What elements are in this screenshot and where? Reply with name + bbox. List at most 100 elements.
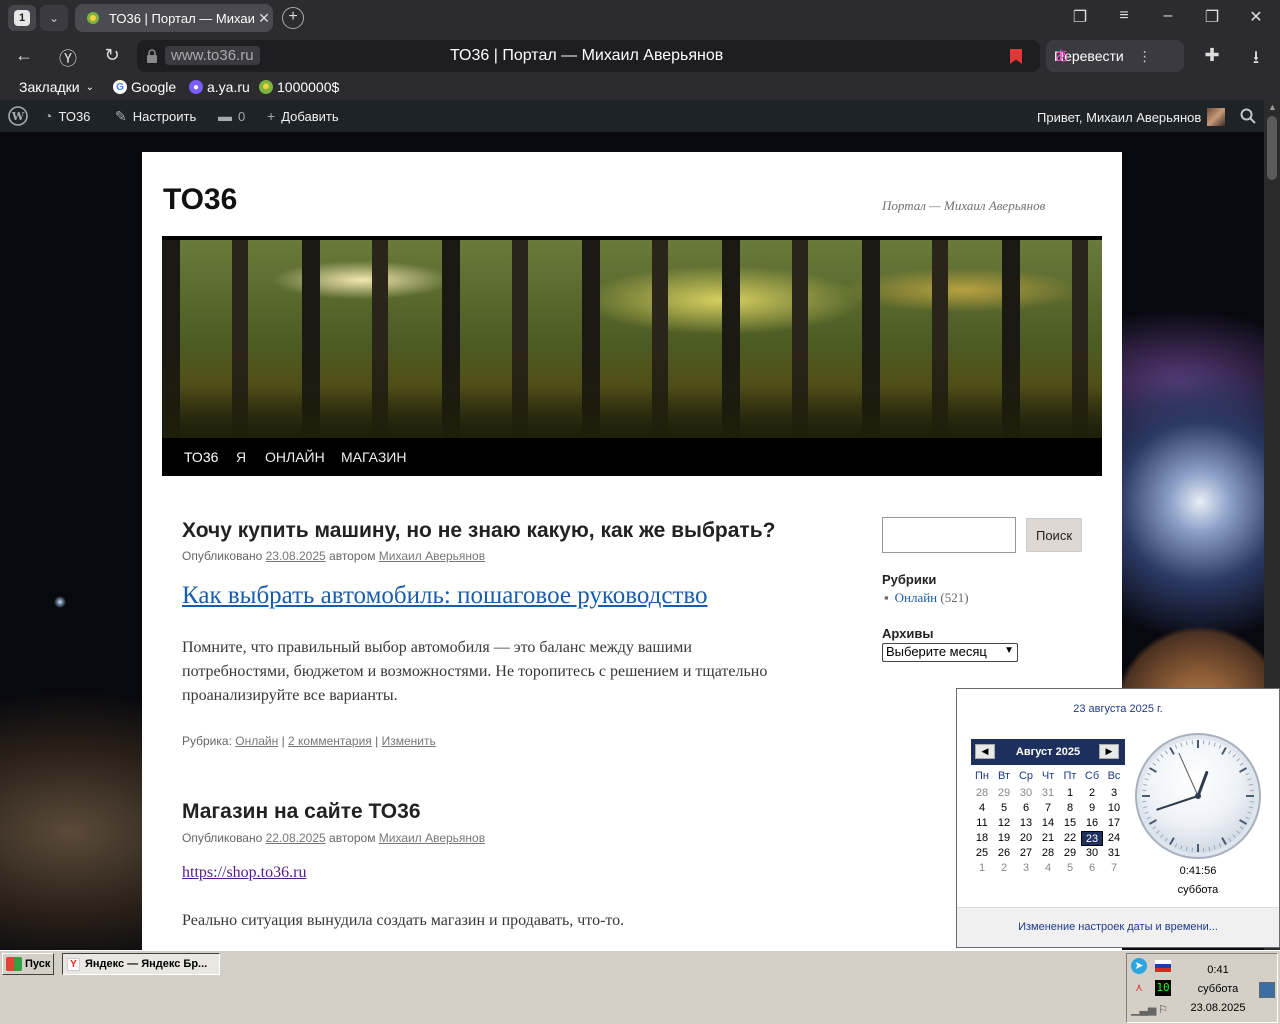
calendar-day[interactable]: 28: [1037, 846, 1059, 861]
next-month-icon[interactable]: ▶: [1099, 744, 1119, 759]
calendar-day[interactable]: 21: [1037, 831, 1059, 846]
minimize-icon[interactable]: –: [1156, 7, 1180, 29]
chevron-down-icon[interactable]: ⌄: [40, 5, 68, 31]
menu-icon[interactable]: ≡: [1112, 7, 1136, 29]
close-icon[interactable]: ✕: [255, 10, 273, 27]
calendar-day[interactable]: 9: [1081, 801, 1103, 816]
calendar-day[interactable]: 29: [993, 786, 1015, 801]
post-comments-link[interactable]: 2 комментария: [288, 734, 372, 748]
wordpress-icon[interactable]: W: [8, 106, 28, 126]
calendar-day[interactable]: 5: [1059, 861, 1081, 876]
wp-account-menu[interactable]: Привет, Михаил Аверьянов: [1037, 108, 1226, 126]
calendar-day[interactable]: 8: [1059, 801, 1081, 816]
reload-icon[interactable]: ↻: [100, 45, 124, 67]
calendar-day[interactable]: 30: [1015, 786, 1037, 801]
calendar-day[interactable]: 4: [971, 801, 993, 816]
wp-site-link[interactable]: ◔ ТО36: [44, 108, 90, 124]
calendar-day[interactable]: 3: [1015, 861, 1037, 876]
calendar-day[interactable]: 14: [1037, 816, 1059, 831]
calendar-day[interactable]: 6: [1081, 861, 1103, 876]
post-date-link[interactable]: 22.08.2025: [266, 831, 326, 845]
nav-item-me[interactable]: Я: [236, 449, 246, 465]
flag-icon[interactable]: ⚐: [1155, 1002, 1171, 1018]
calendar-day[interactable]: 22: [1059, 831, 1081, 846]
calendar-day[interactable]: 19: [993, 831, 1015, 846]
collections-icon[interactable]: ❐: [1068, 7, 1092, 29]
restore-icon[interactable]: ❐: [1200, 7, 1224, 29]
show-desktop-icon[interactable]: [1259, 982, 1275, 998]
antivirus-icon[interactable]: ⋏: [1131, 980, 1147, 996]
calendar-day[interactable]: 16: [1081, 816, 1103, 831]
calendar-day[interactable]: 1: [971, 861, 993, 876]
calendar-day[interactable]: 5: [993, 801, 1015, 816]
tab-counter-button[interactable]: 1: [8, 5, 36, 31]
site-title[interactable]: ТО36: [163, 183, 237, 217]
translate-button[interactable]: あ Перевести ⋮: [1046, 40, 1184, 72]
scroll-up-icon[interactable]: ▲: [1268, 102, 1277, 112]
nav-item-shop[interactable]: МАГАЗИН: [341, 449, 406, 465]
category-link[interactable]: Онлайн: [895, 590, 938, 605]
calendar-day-selected[interactable]: 23: [1081, 831, 1103, 846]
calendar-day[interactable]: 24: [1103, 831, 1125, 846]
post-title[interactable]: Хочу купить машину, но не знаю какую, ка…: [182, 519, 775, 543]
telegram-icon[interactable]: ➤: [1131, 958, 1147, 974]
post-content-link[interactable]: Как выбрать автомобиль: пошаговое руково…: [182, 582, 708, 610]
bookmark-icon[interactable]: [1010, 49, 1022, 64]
calendar-day[interactable]: 18: [971, 831, 993, 846]
calendar-day[interactable]: 31: [1103, 846, 1125, 861]
calendar-day[interactable]: 6: [1015, 801, 1037, 816]
calendar-day[interactable]: 26: [993, 846, 1015, 861]
calendar-day[interactable]: 1: [1059, 786, 1081, 801]
post-author-link[interactable]: Михаил Аверьянов: [379, 831, 485, 845]
window-close-icon[interactable]: ✕: [1244, 7, 1268, 29]
address-input[interactable]: www.to36.ru ТО36 | Портал — Михаил Аверь…: [137, 40, 1040, 72]
back-arrow-icon[interactable]: ←: [12, 45, 36, 67]
calendar-day[interactable]: 25: [971, 846, 993, 861]
language-flag-icon[interactable]: [1155, 960, 1171, 972]
tray-clock-time[interactable]: 0:41: [1183, 964, 1253, 976]
taskbar-window-button[interactable]: Y Яндекс — Яндекс Бр...: [62, 953, 220, 975]
archives-select[interactable]: Выберите месяц ▼: [882, 643, 1018, 662]
search-button[interactable]: Поиск: [1026, 518, 1082, 552]
tray-clock-day[interactable]: суббота: [1183, 983, 1253, 995]
calendar-day[interactable]: 13: [1015, 816, 1037, 831]
wp-customize-link[interactable]: ✎ Настроить: [115, 108, 196, 125]
calendar-day[interactable]: 2: [993, 861, 1015, 876]
calendar-day[interactable]: 30: [1081, 846, 1103, 861]
nav-item-home[interactable]: ТО36: [184, 449, 218, 465]
nav-item-online[interactable]: ОНЛАЙН: [265, 449, 325, 465]
browser-tab[interactable]: ТО36 | Портал — Михаил Аверьянов ✕: [75, 4, 273, 32]
calendar-day[interactable]: 4: [1037, 861, 1059, 876]
calendar-day[interactable]: 10: [1103, 801, 1125, 816]
calendar-day[interactable]: 15: [1059, 816, 1081, 831]
calendar-day[interactable]: 7: [1037, 801, 1059, 816]
calendar-full-date[interactable]: 23 августа 2025 г.: [957, 703, 1279, 715]
scrollbar-thumb[interactable]: [1267, 116, 1277, 180]
search-input[interactable]: [882, 517, 1016, 553]
calendar-day[interactable]: 27: [1015, 846, 1037, 861]
tray-clock-date[interactable]: 23.08.2025: [1183, 1002, 1253, 1014]
bookmarks-menu[interactable]: Закладки ⌄: [19, 79, 94, 95]
calendar-day[interactable]: 2: [1081, 786, 1103, 801]
search-icon[interactable]: [1240, 108, 1256, 124]
new-tab-button[interactable]: +: [282, 7, 304, 29]
download-icon[interactable]: ⭳: [1244, 45, 1268, 67]
shop-link[interactable]: https://shop.to36.ru: [182, 864, 306, 882]
post-edit-link[interactable]: Изменить: [382, 734, 436, 748]
calendar-day[interactable]: 17: [1103, 816, 1125, 831]
post-author-link[interactable]: Михаил Аверьянов: [379, 549, 485, 563]
extensions-icon[interactable]: ✚: [1200, 45, 1224, 67]
calendar-day[interactable]: 28: [971, 786, 993, 801]
calendar-day[interactable]: 7: [1103, 861, 1125, 876]
calendar-day[interactable]: 20: [1015, 831, 1037, 846]
bookmark-aya[interactable]: ● a.ya.ru: [189, 79, 250, 95]
calendar-day[interactable]: 31: [1037, 786, 1059, 801]
date-time-settings-link[interactable]: Изменение настроек даты и времени...: [957, 907, 1279, 947]
bookmark-million[interactable]: ✹ 1000000$: [259, 79, 339, 95]
calendar-day[interactable]: 11: [971, 816, 993, 831]
yandex-icon[interactable]: Ⓨ: [56, 45, 80, 69]
calendar-day[interactable]: 12: [993, 816, 1015, 831]
tray-counter-badge[interactable]: 10: [1155, 980, 1171, 996]
calendar-day[interactable]: 29: [1059, 846, 1081, 861]
post-category-link[interactable]: Онлайн: [235, 734, 278, 748]
